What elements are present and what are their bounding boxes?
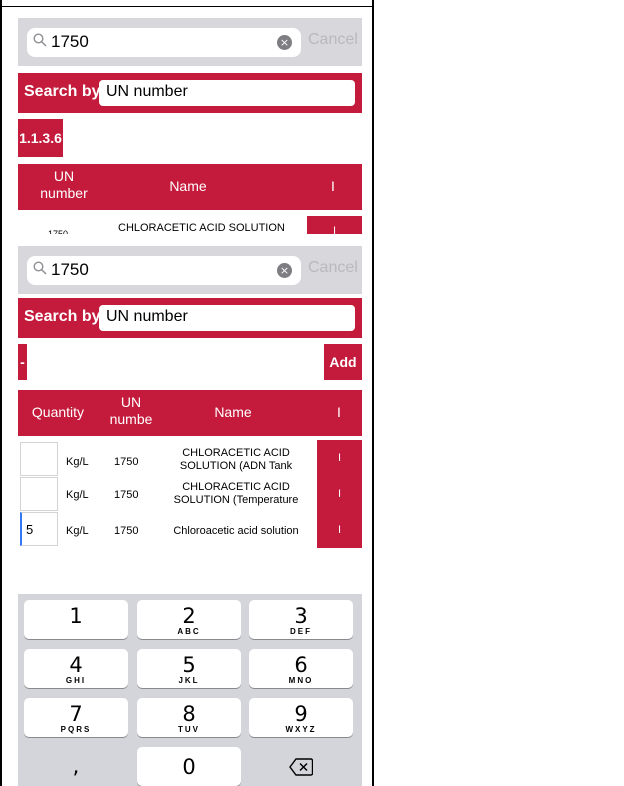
key-digit: 5: [182, 653, 196, 677]
key-digit: 8: [182, 702, 196, 726]
search-icon: [33, 261, 47, 275]
row-un-number: 1750: [114, 489, 139, 501]
row-info-button[interactable]: I: [317, 476, 362, 512]
column-name: Name: [169, 178, 207, 194]
key-letters: TUV: [178, 725, 200, 734]
search-icon: [33, 33, 47, 47]
key-digit: 9: [294, 702, 308, 726]
search-by-label: Search by: [24, 83, 101, 100]
key-2[interactable]: 2 ABC: [137, 600, 241, 639]
key-9[interactable]: 9 WXYZ: [249, 698, 353, 737]
remove-button[interactable]: -: [18, 344, 27, 380]
key-0[interactable]: 0: [137, 747, 241, 786]
row-name: CHLORACETIC ACID SOLUTION (ADN Tank: [179, 447, 293, 472]
key-6[interactable]: 6 MNO: [249, 649, 353, 688]
column-info: I: [331, 178, 335, 194]
key-digit: 2: [182, 604, 196, 628]
clear-icon[interactable]: ×: [277, 263, 292, 278]
search-by-select[interactable]: UN number: [99, 305, 355, 331]
key-4[interactable]: 4 GHI: [24, 649, 128, 688]
search-value: 1750: [51, 32, 89, 51]
key-comma[interactable]: ,: [24, 747, 128, 786]
key-digit: 6: [294, 653, 308, 677]
search-value: 1750: [51, 260, 89, 279]
key-8[interactable]: 8 TUV: [137, 698, 241, 737]
key-digit: 4: [69, 653, 83, 677]
search-by-value: UN number: [106, 308, 188, 325]
column-un-number: UN number: [40, 168, 88, 201]
row-info-button[interactable]: I: [307, 216, 362, 234]
row-info-button[interactable]: I: [317, 440, 362, 476]
key-digit: 0: [182, 755, 196, 779]
row-un-number: 1750: [48, 229, 69, 234]
key-letters: GHI: [65, 676, 87, 685]
key-3[interactable]: 3 DEF: [249, 600, 353, 639]
frame-border-top: [0, 6, 372, 7]
table-header: Quantity UN numbe Name I: [18, 390, 362, 436]
search-by-label: Search by: [24, 308, 101, 325]
key-letters: JKL: [178, 676, 200, 685]
key-digit: 3: [294, 604, 308, 628]
key-letters: PQRS: [60, 725, 92, 734]
row-unit: Kg/L: [66, 489, 89, 501]
cancel-button[interactable]: Cancel: [308, 259, 358, 277]
number-keypad: 1 2 ABC 3 DEF 4 GHI 5 JKL 6 MNO 7 PQRS 8 TUV 9W…: [18, 594, 362, 786]
row-name: CHLORACETIC ACID SOLUTION (Temperature: [173, 481, 299, 506]
backspace-key[interactable]: [249, 747, 353, 786]
search-by-value: UN number: [106, 83, 188, 100]
screenshot-frame: 1750 × Cancel Search by UN number 1.1.3.…: [0, 0, 624, 786]
column-quantity: Quantity: [31, 404, 85, 420]
frame-border-right: [372, 0, 374, 786]
column-un-number: UN numbe: [109, 394, 153, 427]
clear-icon[interactable]: ×: [277, 35, 292, 50]
cancel-button[interactable]: Cancel: [308, 31, 358, 49]
search-by-bar: Search by UN number: [18, 73, 362, 113]
frame-border-left: [0, 0, 2, 786]
column-name: Name: [214, 404, 252, 420]
key-digit: ,: [72, 754, 80, 778]
row-unit: Kg/L: [66, 525, 89, 537]
key-7[interactable]: 7 PQRS: [24, 698, 128, 737]
search-input[interactable]: 1750 ×: [27, 256, 301, 285]
quantity-input[interactable]: [20, 477, 58, 511]
key-digit: 7: [69, 702, 83, 726]
quantity-input[interactable]: [20, 442, 58, 476]
key-letters: MNO: [288, 676, 314, 685]
section-1136-button[interactable]: 1.1.3.6: [18, 119, 63, 157]
backspace-icon: [289, 758, 314, 776]
search-bar: 1750 × Cancel: [18, 246, 362, 294]
key-1[interactable]: 1: [24, 600, 128, 639]
key-5[interactable]: 5 JKL: [137, 649, 241, 688]
row-un-number: 1750: [114, 456, 139, 468]
key-letters: WXYZ: [285, 725, 317, 734]
row-unit: Kg/L: [66, 456, 89, 468]
key-letters: DEF: [290, 627, 312, 636]
add-button[interactable]: Add: [324, 344, 362, 380]
key-digit: 1: [69, 604, 83, 628]
search-by-bar: Search by UN number: [18, 298, 362, 338]
search-by-select[interactable]: UN number: [99, 80, 355, 106]
row-un-number: 1750: [114, 525, 139, 537]
row-name: Chloroacetic acid solution: [173, 525, 299, 537]
top-panel: 1750 × Cancel Search by UN number 1.1.3.…: [18, 18, 362, 234]
column-info: I: [337, 404, 341, 420]
key-letters: ABC: [177, 627, 201, 636]
search-input[interactable]: 1750 ×: [27, 28, 301, 57]
quantity-input-active[interactable]: 5: [20, 512, 58, 546]
bottom-panel: 1750 × Cancel Search by UN number - Add …: [18, 246, 362, 594]
row-info-button[interactable]: I: [317, 512, 362, 548]
table-header: UN number Name I: [18, 164, 362, 210]
search-bar: 1750 × Cancel: [18, 18, 362, 66]
row-name: CHLORACETIC ACID SOLUTION: [118, 222, 285, 234]
